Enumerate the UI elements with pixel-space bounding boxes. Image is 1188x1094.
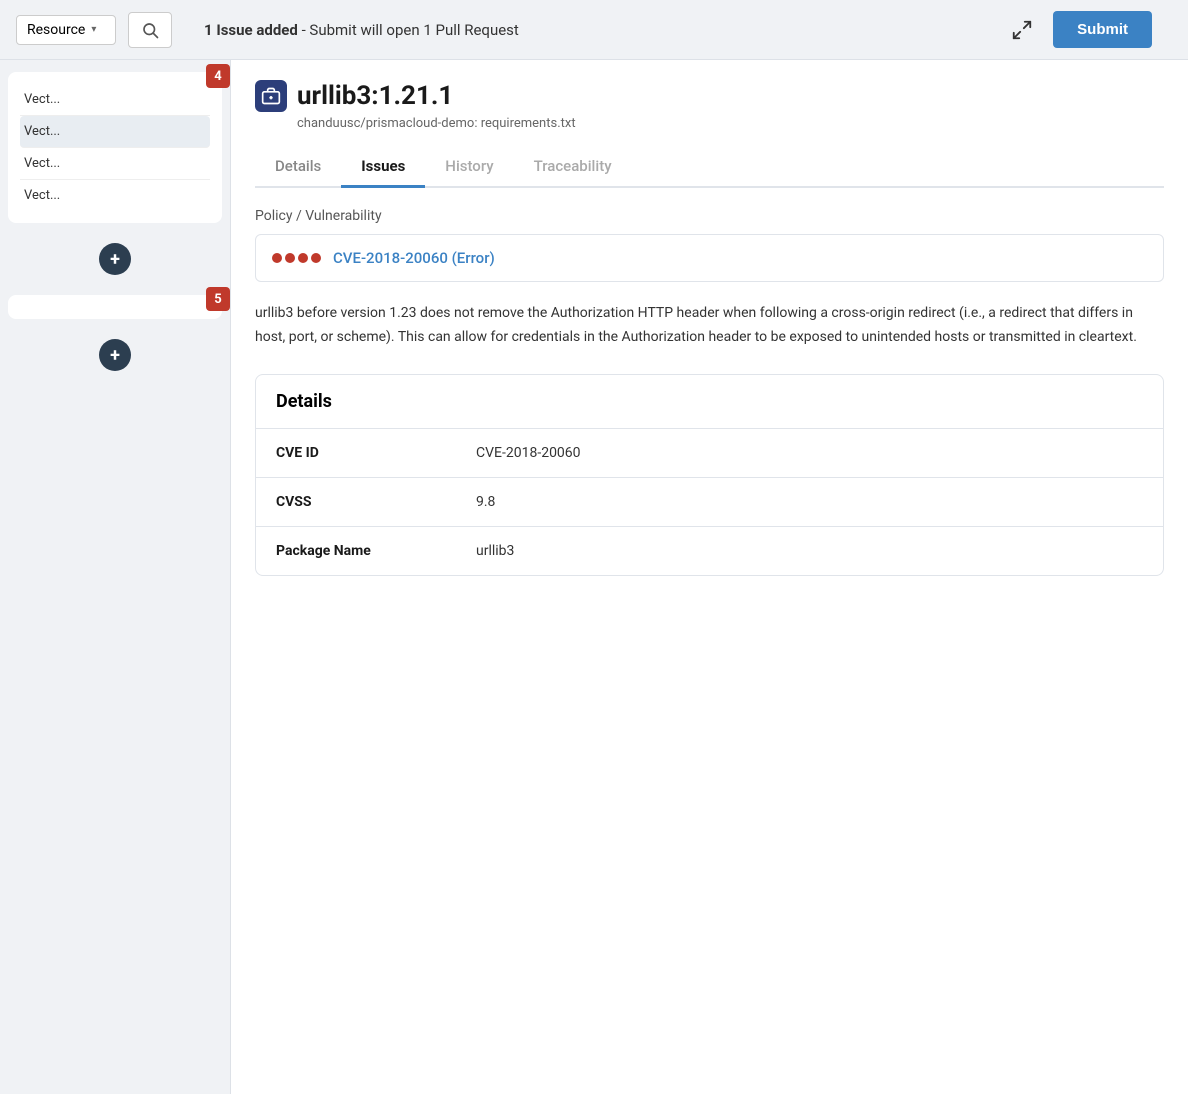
package-name-label: Package Name bbox=[276, 543, 476, 559]
severity-dot-2 bbox=[285, 253, 295, 263]
details-card-title: Details bbox=[256, 375, 1163, 429]
package-name-value: urllib3 bbox=[476, 543, 514, 559]
top-bar: Resource ▾ 1 Issue added - Submit will o… bbox=[0, 0, 1188, 60]
issue-text: 1 Issue added - Submit will open 1 Pull … bbox=[204, 21, 519, 39]
severity-dots bbox=[272, 253, 321, 263]
cvss-value: 9.8 bbox=[476, 494, 495, 510]
sidebar-card-2: 5 bbox=[8, 295, 222, 319]
main-layout: 4 Vect... Vect... Vect... Vect... + 5 + bbox=[0, 60, 1188, 1094]
resource-label: Resource bbox=[27, 22, 85, 38]
chevron-down-icon: ▾ bbox=[91, 24, 96, 35]
tab-history[interactable]: History bbox=[425, 147, 513, 188]
badge-5: 5 bbox=[206, 287, 230, 311]
tab-issues[interactable]: Issues bbox=[341, 147, 425, 188]
search-button[interactable] bbox=[128, 12, 172, 48]
section-label: Policy / Vulnerability bbox=[255, 208, 1164, 224]
issue-count: 1 Issue added bbox=[204, 21, 298, 39]
package-path: chanduusc/prismacloud-demo: requirements… bbox=[297, 116, 1164, 131]
package-icon bbox=[255, 80, 287, 112]
panel-header: urllib3:1.21.1 chanduusc/prismacloud-dem… bbox=[231, 60, 1188, 188]
package-name: urllib3:1.21.1 bbox=[297, 81, 453, 111]
description-text: urllib3 before version 1.23 does not rem… bbox=[255, 302, 1164, 350]
severity-dot-1 bbox=[272, 253, 282, 263]
tab-details[interactable]: Details bbox=[255, 147, 341, 188]
sidebar: 4 Vect... Vect... Vect... Vect... + 5 + bbox=[0, 60, 230, 1094]
package-title-row: urllib3:1.21.1 bbox=[255, 80, 1164, 112]
sidebar-item-2[interactable]: Vect... bbox=[20, 116, 210, 148]
submit-button[interactable]: Submit bbox=[1053, 11, 1152, 48]
cvss-label: CVSS bbox=[276, 494, 476, 510]
severity-dot-3 bbox=[298, 253, 308, 263]
cve-id-label: CVE ID bbox=[276, 445, 476, 461]
cve-id-value: CVE-2018-20060 bbox=[476, 445, 581, 461]
sidebar-item-3[interactable]: Vect... bbox=[20, 148, 210, 180]
details-row-cvss: CVSS 9.8 bbox=[256, 478, 1163, 527]
badge-4: 4 bbox=[206, 64, 230, 88]
severity-dot-4 bbox=[311, 253, 321, 263]
search-icon bbox=[141, 21, 159, 39]
expand-icon[interactable] bbox=[1007, 15, 1037, 45]
add-button-2[interactable]: + bbox=[99, 339, 131, 371]
main-content: urllib3:1.21.1 chanduusc/prismacloud-dem… bbox=[230, 60, 1188, 1094]
add-button-1[interactable]: + bbox=[99, 243, 131, 275]
sidebar-item-4[interactable]: Vect... bbox=[20, 180, 210, 211]
cve-link[interactable]: CVE-2018-20060 (Error) bbox=[333, 249, 495, 267]
header-info: 1 Issue added - Submit will open 1 Pull … bbox=[184, 11, 1172, 48]
tabs-container: Details Issues History Traceability bbox=[255, 147, 1164, 188]
cve-item[interactable]: CVE-2018-20060 (Error) bbox=[255, 234, 1164, 282]
tab-traceability[interactable]: Traceability bbox=[514, 147, 632, 188]
details-card: Details CVE ID CVE-2018-20060 CVSS 9.8 P… bbox=[255, 374, 1164, 576]
sidebar-item-1[interactable]: Vect... bbox=[20, 84, 210, 116]
details-row-package-name: Package Name urllib3 bbox=[256, 527, 1163, 575]
sidebar-card-1: 4 Vect... Vect... Vect... Vect... bbox=[8, 72, 222, 223]
details-row-cve-id: CVE ID CVE-2018-20060 bbox=[256, 429, 1163, 478]
issue-sub-text: - Submit will open 1 Pull Request bbox=[302, 21, 519, 39]
resource-dropdown[interactable]: Resource ▾ bbox=[16, 15, 116, 45]
panel-body: Policy / Vulnerability CVE-2018-20060 (E… bbox=[231, 188, 1188, 1094]
header-actions: Submit bbox=[1007, 11, 1152, 48]
